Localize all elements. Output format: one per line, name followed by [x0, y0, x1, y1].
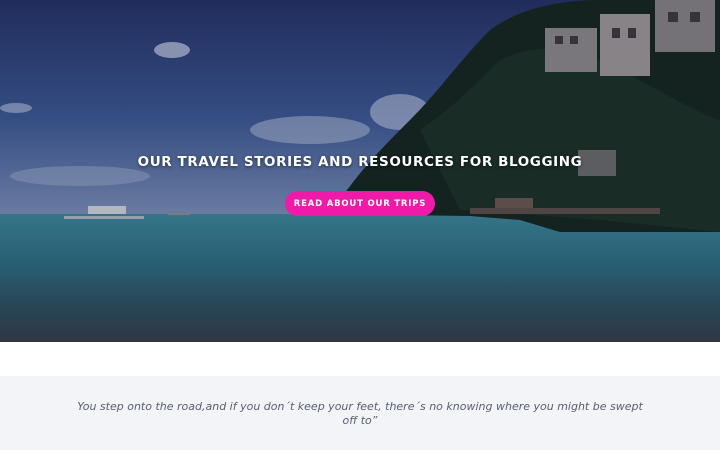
travel-quote: You step onto the road,and if you don´t … [77, 400, 643, 427]
read-about-trips-button[interactable]: Read about our trips [285, 191, 435, 216]
hero-section: Our travel stories and resources for blo… [0, 0, 720, 342]
quote-section: You step onto the road,and if you don´t … [0, 376, 720, 450]
hero-title: Our travel stories and resources for blo… [137, 154, 583, 170]
hero-content: Our travel stories and resources for blo… [0, 0, 720, 342]
